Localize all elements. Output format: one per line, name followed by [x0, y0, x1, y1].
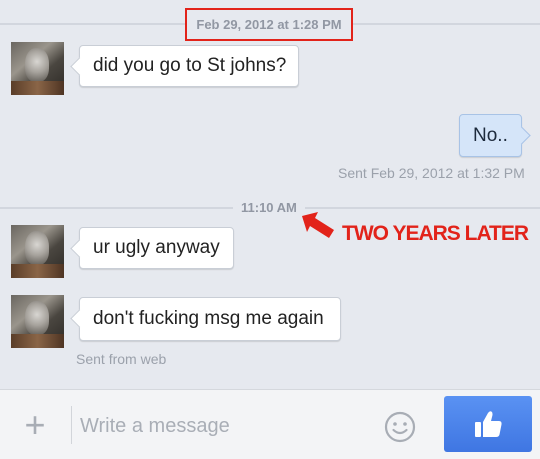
message-status: Sent Feb 29, 2012 at 1:32 PM	[338, 165, 525, 181]
time-separator-label: 11:10 AM	[233, 200, 305, 215]
my-message-bubble[interactable]: No..	[459, 114, 522, 157]
highlight-box: Feb 29, 2012 at 1:28 PM	[185, 8, 353, 41]
message-bubble[interactable]: ur ugly anyway	[79, 227, 234, 269]
like-button[interactable]	[444, 396, 532, 452]
message-text: don't fucking msg me again	[93, 308, 324, 329]
smiley-icon[interactable]	[383, 410, 417, 444]
red-arrow-icon	[302, 212, 334, 238]
message-input[interactable]	[80, 410, 370, 442]
add-attachment-button[interactable]: +	[18, 407, 52, 443]
message-status: Sent from web	[76, 351, 167, 367]
avatar[interactable]	[11, 42, 64, 95]
annotation-text: TWO YEARS LATER	[342, 222, 529, 245]
message-bubble[interactable]: don't fucking msg me again	[79, 297, 341, 341]
avatar[interactable]	[11, 225, 64, 278]
message-text: did you go to St johns?	[93, 55, 287, 76]
date-separator-label: Feb 29, 2012 at 1:28 PM	[196, 17, 342, 32]
message-text: No..	[473, 124, 508, 146]
message-bubble[interactable]: did you go to St johns?	[79, 45, 299, 87]
message-text: ur ugly anyway	[93, 237, 220, 258]
avatar[interactable]	[11, 295, 64, 348]
thumbs-up-icon	[475, 411, 502, 437]
composer-divider	[71, 406, 72, 444]
